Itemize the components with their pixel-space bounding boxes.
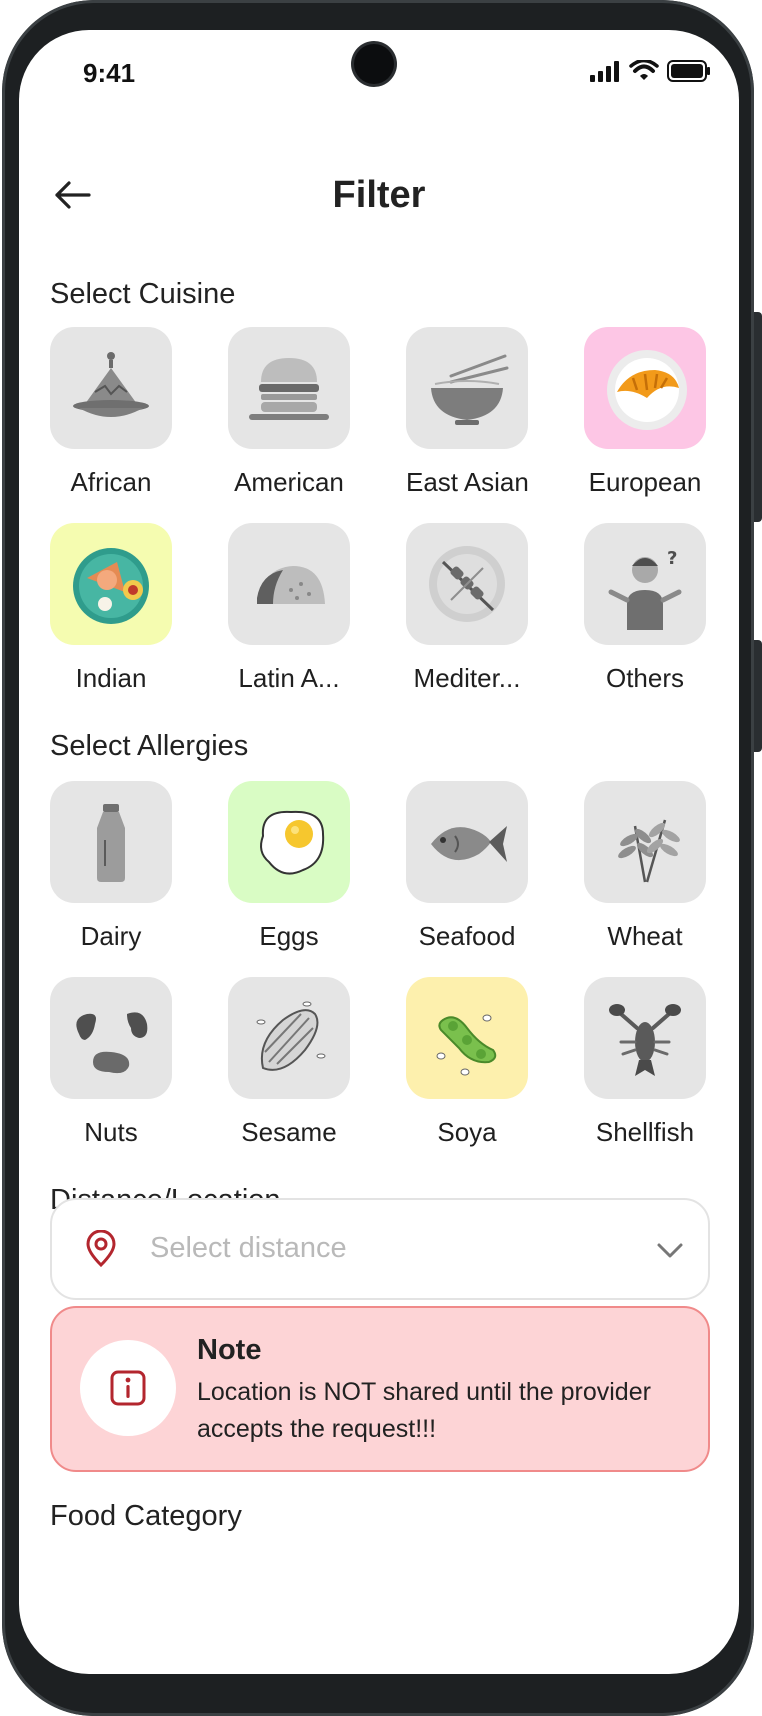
cuisine-option-mediterranean[interactable]: Mediter... bbox=[406, 523, 528, 694]
tile-label: Wheat bbox=[607, 921, 683, 951]
cuisine-option-latin-american[interactable]: Latin A... bbox=[228, 523, 350, 694]
section-title-food-category: Food Category bbox=[50, 1500, 242, 1532]
header: Filter bbox=[19, 150, 739, 240]
tile-box bbox=[228, 977, 350, 1099]
indian-platter-icon bbox=[73, 548, 149, 624]
signal-icon bbox=[590, 61, 619, 82]
tile-label: Seafood bbox=[418, 921, 516, 951]
kebab-plate-icon bbox=[429, 546, 505, 622]
tile-label: Dairy bbox=[80, 921, 142, 951]
tile-label: Indian bbox=[75, 663, 147, 693]
burger-icon bbox=[249, 358, 329, 420]
tile-label: Latin A... bbox=[238, 663, 340, 693]
phone-side-button bbox=[754, 640, 762, 752]
allergy-option-soya[interactable]: Soya bbox=[406, 977, 528, 1148]
note-body: Location is NOT shared until the provide… bbox=[197, 1378, 651, 1443]
svg-text:?: ? bbox=[667, 548, 677, 569]
tile-box bbox=[406, 523, 528, 645]
section-title-cuisine: Select Cuisine bbox=[50, 278, 236, 310]
tile-box: ? bbox=[584, 523, 706, 645]
status-bar: 9:41 bbox=[19, 30, 739, 120]
cuisine-option-others[interactable]: ? Others bbox=[584, 523, 706, 694]
cuisine-option-indian[interactable]: Indian bbox=[50, 523, 172, 694]
tile-label: Eggs bbox=[259, 921, 319, 951]
tile-label: Mediter... bbox=[413, 663, 521, 693]
note-title: Note bbox=[197, 1334, 262, 1366]
taco-icon bbox=[257, 566, 325, 604]
edamame-icon bbox=[436, 1014, 497, 1076]
note-banner: Note Location is NOT shared until the pr… bbox=[50, 1306, 710, 1472]
status-time: 9:41 bbox=[83, 58, 136, 88]
front-camera bbox=[354, 44, 394, 84]
allergy-option-nuts[interactable]: Nuts bbox=[50, 977, 172, 1148]
screen: 9:41 Filter Select Cuisine African Ameri… bbox=[19, 30, 739, 1674]
wifi-icon bbox=[629, 60, 659, 80]
allergy-option-wheat[interactable]: Wheat bbox=[584, 781, 706, 952]
tagine-icon bbox=[73, 352, 149, 417]
confused-person-icon: ? bbox=[608, 548, 682, 630]
croissant-plate-icon bbox=[607, 350, 687, 430]
allergy-option-dairy[interactable]: Dairy bbox=[50, 781, 172, 952]
noodle-bowl-icon bbox=[431, 354, 509, 425]
tile-box bbox=[50, 523, 172, 645]
lobster-icon bbox=[609, 1004, 681, 1076]
tile-box bbox=[50, 327, 172, 449]
location-pin-icon bbox=[86, 1230, 116, 1268]
tile-box bbox=[584, 977, 706, 1099]
milk-bottle-icon bbox=[97, 804, 125, 882]
tile-label: Shellfish bbox=[595, 1117, 695, 1147]
tile-label: Others bbox=[605, 663, 685, 693]
status-icons bbox=[589, 60, 711, 82]
distance-select[interactable]: Select distance bbox=[50, 1198, 710, 1300]
tile-box bbox=[406, 327, 528, 449]
page-title: Filter bbox=[332, 174, 426, 216]
tile-box bbox=[228, 327, 350, 449]
allergy-option-sesame[interactable]: Sesame bbox=[228, 977, 350, 1148]
sesame-seed-icon bbox=[256, 1001, 326, 1071]
fried-egg-icon bbox=[260, 810, 325, 875]
tile-label: Soya bbox=[437, 1117, 497, 1147]
chevron-down-icon bbox=[657, 1243, 683, 1258]
distance-select-placeholder: Select distance bbox=[150, 1232, 347, 1264]
info-icon bbox=[110, 1370, 146, 1406]
phone-side-button bbox=[754, 312, 762, 522]
cuisine-option-east-asian[interactable]: East Asian bbox=[406, 327, 529, 498]
tile-box bbox=[228, 523, 350, 645]
fish-icon bbox=[431, 826, 507, 862]
tile-box bbox=[584, 781, 706, 903]
tile-label: African bbox=[70, 467, 152, 497]
tile-label: Sesame bbox=[241, 1117, 337, 1147]
tile-box bbox=[406, 977, 528, 1099]
allergy-option-seafood[interactable]: Seafood bbox=[406, 781, 528, 952]
tile-box bbox=[406, 781, 528, 903]
note-icon-circle bbox=[80, 1340, 176, 1436]
tile-box bbox=[228, 781, 350, 903]
tile-box bbox=[50, 977, 172, 1099]
tile-label: European bbox=[588, 467, 702, 497]
tile-label: American bbox=[234, 467, 344, 497]
cuisine-option-american[interactable]: American bbox=[228, 327, 350, 498]
allergy-option-eggs[interactable]: Eggs bbox=[228, 781, 350, 952]
tile-box bbox=[584, 327, 706, 449]
allergy-option-shellfish[interactable]: Shellfish bbox=[584, 977, 706, 1148]
cuisine-option-african[interactable]: African bbox=[50, 327, 172, 498]
tile-label: Nuts bbox=[84, 1117, 138, 1147]
wheat-icon bbox=[618, 819, 680, 883]
tile-box bbox=[50, 781, 172, 903]
section-title-allergies: Select Allergies bbox=[50, 730, 249, 762]
cuisine-option-european[interactable]: European bbox=[584, 327, 706, 498]
battery-icon bbox=[667, 60, 710, 82]
tile-label: East Asian bbox=[406, 467, 529, 497]
beans-icon bbox=[76, 1012, 148, 1074]
